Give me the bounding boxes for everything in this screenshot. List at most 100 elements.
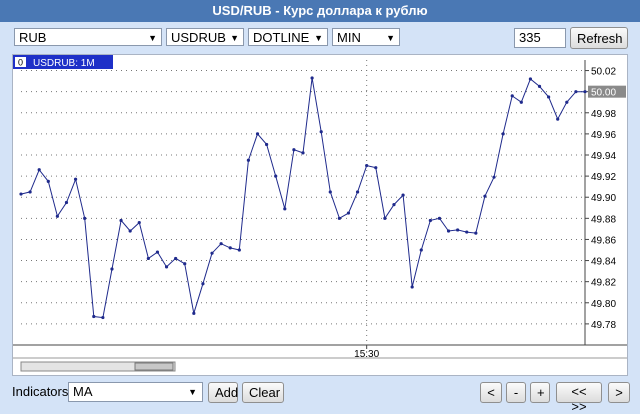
y-tick-label: 49.98 — [591, 109, 616, 120]
data-point — [73, 177, 78, 181]
data-point — [210, 251, 214, 255]
data-point — [410, 285, 414, 289]
data-point — [574, 90, 578, 94]
data-point — [519, 100, 523, 104]
clear-indicators-button[interactable]: Clear — [242, 382, 284, 403]
chart-badge: 0 USDRUB: 1M — [13, 55, 113, 69]
data-point — [319, 130, 323, 134]
scrollbar[interactable] — [20, 361, 176, 372]
data-point — [28, 190, 32, 194]
indicator-select[interactable]: MA ▼ — [68, 382, 203, 402]
y-tick-label: 49.90 — [591, 193, 616, 204]
data-point — [537, 84, 542, 88]
currency-select[interactable]: RUB ▼ — [14, 28, 162, 46]
y-tick-label: 49.80 — [591, 299, 616, 310]
y-tick-label: 49.82 — [591, 278, 616, 289]
last-value-label: 50.00 — [591, 88, 616, 99]
data-point — [101, 315, 105, 320]
y-tick-label: 49.88 — [591, 214, 616, 225]
data-point — [392, 203, 396, 207]
data-point — [547, 95, 551, 99]
zoom-in-button[interactable]: + — [530, 382, 550, 403]
bottom-bar: Indicators MA ▼ Add Clear < - + << >> > — [0, 378, 640, 414]
scroll-right-button[interactable]: > — [608, 382, 630, 403]
data-point — [510, 94, 514, 98]
data-point — [110, 267, 114, 271]
window-title-bar: USD/RUB - Курс доллара к рублю — [0, 0, 640, 22]
data-point — [328, 190, 332, 194]
data-point — [337, 216, 341, 220]
currency-select-value: RUB — [19, 30, 47, 45]
data-point — [146, 256, 150, 261]
y-tick-label: 49.84 — [591, 257, 616, 268]
data-point — [583, 90, 587, 94]
symbol-select-value: USDRUB — [171, 30, 226, 45]
data-point — [246, 158, 251, 162]
interval-select[interactable]: MIN ▼ — [332, 28, 400, 46]
points-input[interactable]: 335 — [514, 28, 566, 48]
data-point — [556, 117, 560, 121]
interval-select-value: MIN — [337, 30, 361, 45]
data-point — [492, 175, 496, 179]
y-tick-label: 49.94 — [591, 151, 616, 162]
data-point — [174, 256, 178, 261]
chart-style-select[interactable]: DOTLINE ▼ — [248, 28, 328, 46]
data-point — [164, 265, 169, 269]
data-point — [128, 229, 132, 233]
data-point — [301, 151, 305, 155]
chevron-down-icon: ▼ — [230, 33, 239, 43]
fit-all-button[interactable]: << >> — [556, 382, 602, 414]
y-tick-label: 49.86 — [591, 235, 616, 246]
data-point — [265, 142, 269, 147]
refresh-button[interactable]: Refresh — [570, 27, 628, 49]
chart-badge-label: USDRUB: 1M — [33, 58, 95, 69]
data-point — [274, 174, 278, 178]
data-point — [565, 100, 569, 104]
chart-grid — [21, 60, 585, 345]
data-point — [292, 148, 296, 152]
data-point — [92, 314, 96, 319]
data-point — [255, 132, 260, 136]
symbol-select[interactable]: USDRUB ▼ — [166, 28, 244, 46]
series-line — [20, 77, 585, 319]
data-point — [528, 77, 533, 81]
data-point — [37, 168, 41, 172]
data-point — [201, 282, 205, 286]
chart-badge-index: 0 — [18, 58, 23, 68]
x-tick-label: 15:30 — [354, 349, 379, 360]
data-point — [437, 216, 442, 220]
y-axis: 50.02 50.00 49.98 49.96 49.94 49.92 49.90 49.88… — [584, 60, 626, 345]
data-point — [55, 214, 59, 218]
data-point — [374, 166, 378, 170]
scroll-left-button[interactable]: < — [480, 382, 502, 403]
data-point — [155, 250, 160, 254]
chart-style-select-value: DOTLINE — [253, 30, 310, 45]
scrollbar-thumb[interactable] — [134, 362, 174, 371]
y-tick-label: 49.92 — [591, 172, 616, 183]
data-point — [501, 132, 505, 136]
data-point — [483, 194, 487, 198]
data-point — [446, 229, 451, 233]
data-point — [192, 311, 196, 315]
chevron-down-icon: ▼ — [188, 387, 197, 397]
chevron-down-icon: ▼ — [314, 33, 323, 43]
data-point — [419, 248, 423, 252]
data-point — [119, 218, 123, 223]
y-tick-label: 49.96 — [591, 130, 616, 141]
data-point — [383, 216, 387, 220]
data-point — [183, 262, 187, 266]
add-indicator-button[interactable]: Add — [208, 382, 238, 403]
indicator-select-value: MA — [73, 384, 93, 399]
zoom-out-button[interactable]: - — [506, 382, 526, 403]
data-point — [219, 242, 223, 246]
data-point — [19, 192, 23, 196]
data-point — [428, 218, 432, 223]
window-title: USD/RUB - Курс доллара к рублю — [212, 3, 428, 18]
data-point — [46, 179, 50, 183]
y-tick-label: 50.02 — [591, 67, 616, 78]
data-point — [64, 200, 69, 205]
data-point — [346, 211, 351, 215]
data-point — [310, 76, 314, 80]
chart-panel[interactable]: 50.02 50.00 49.98 49.96 49.94 49.92 49.90 49.88… — [12, 54, 628, 376]
y-tick-label: 49.78 — [591, 320, 616, 331]
